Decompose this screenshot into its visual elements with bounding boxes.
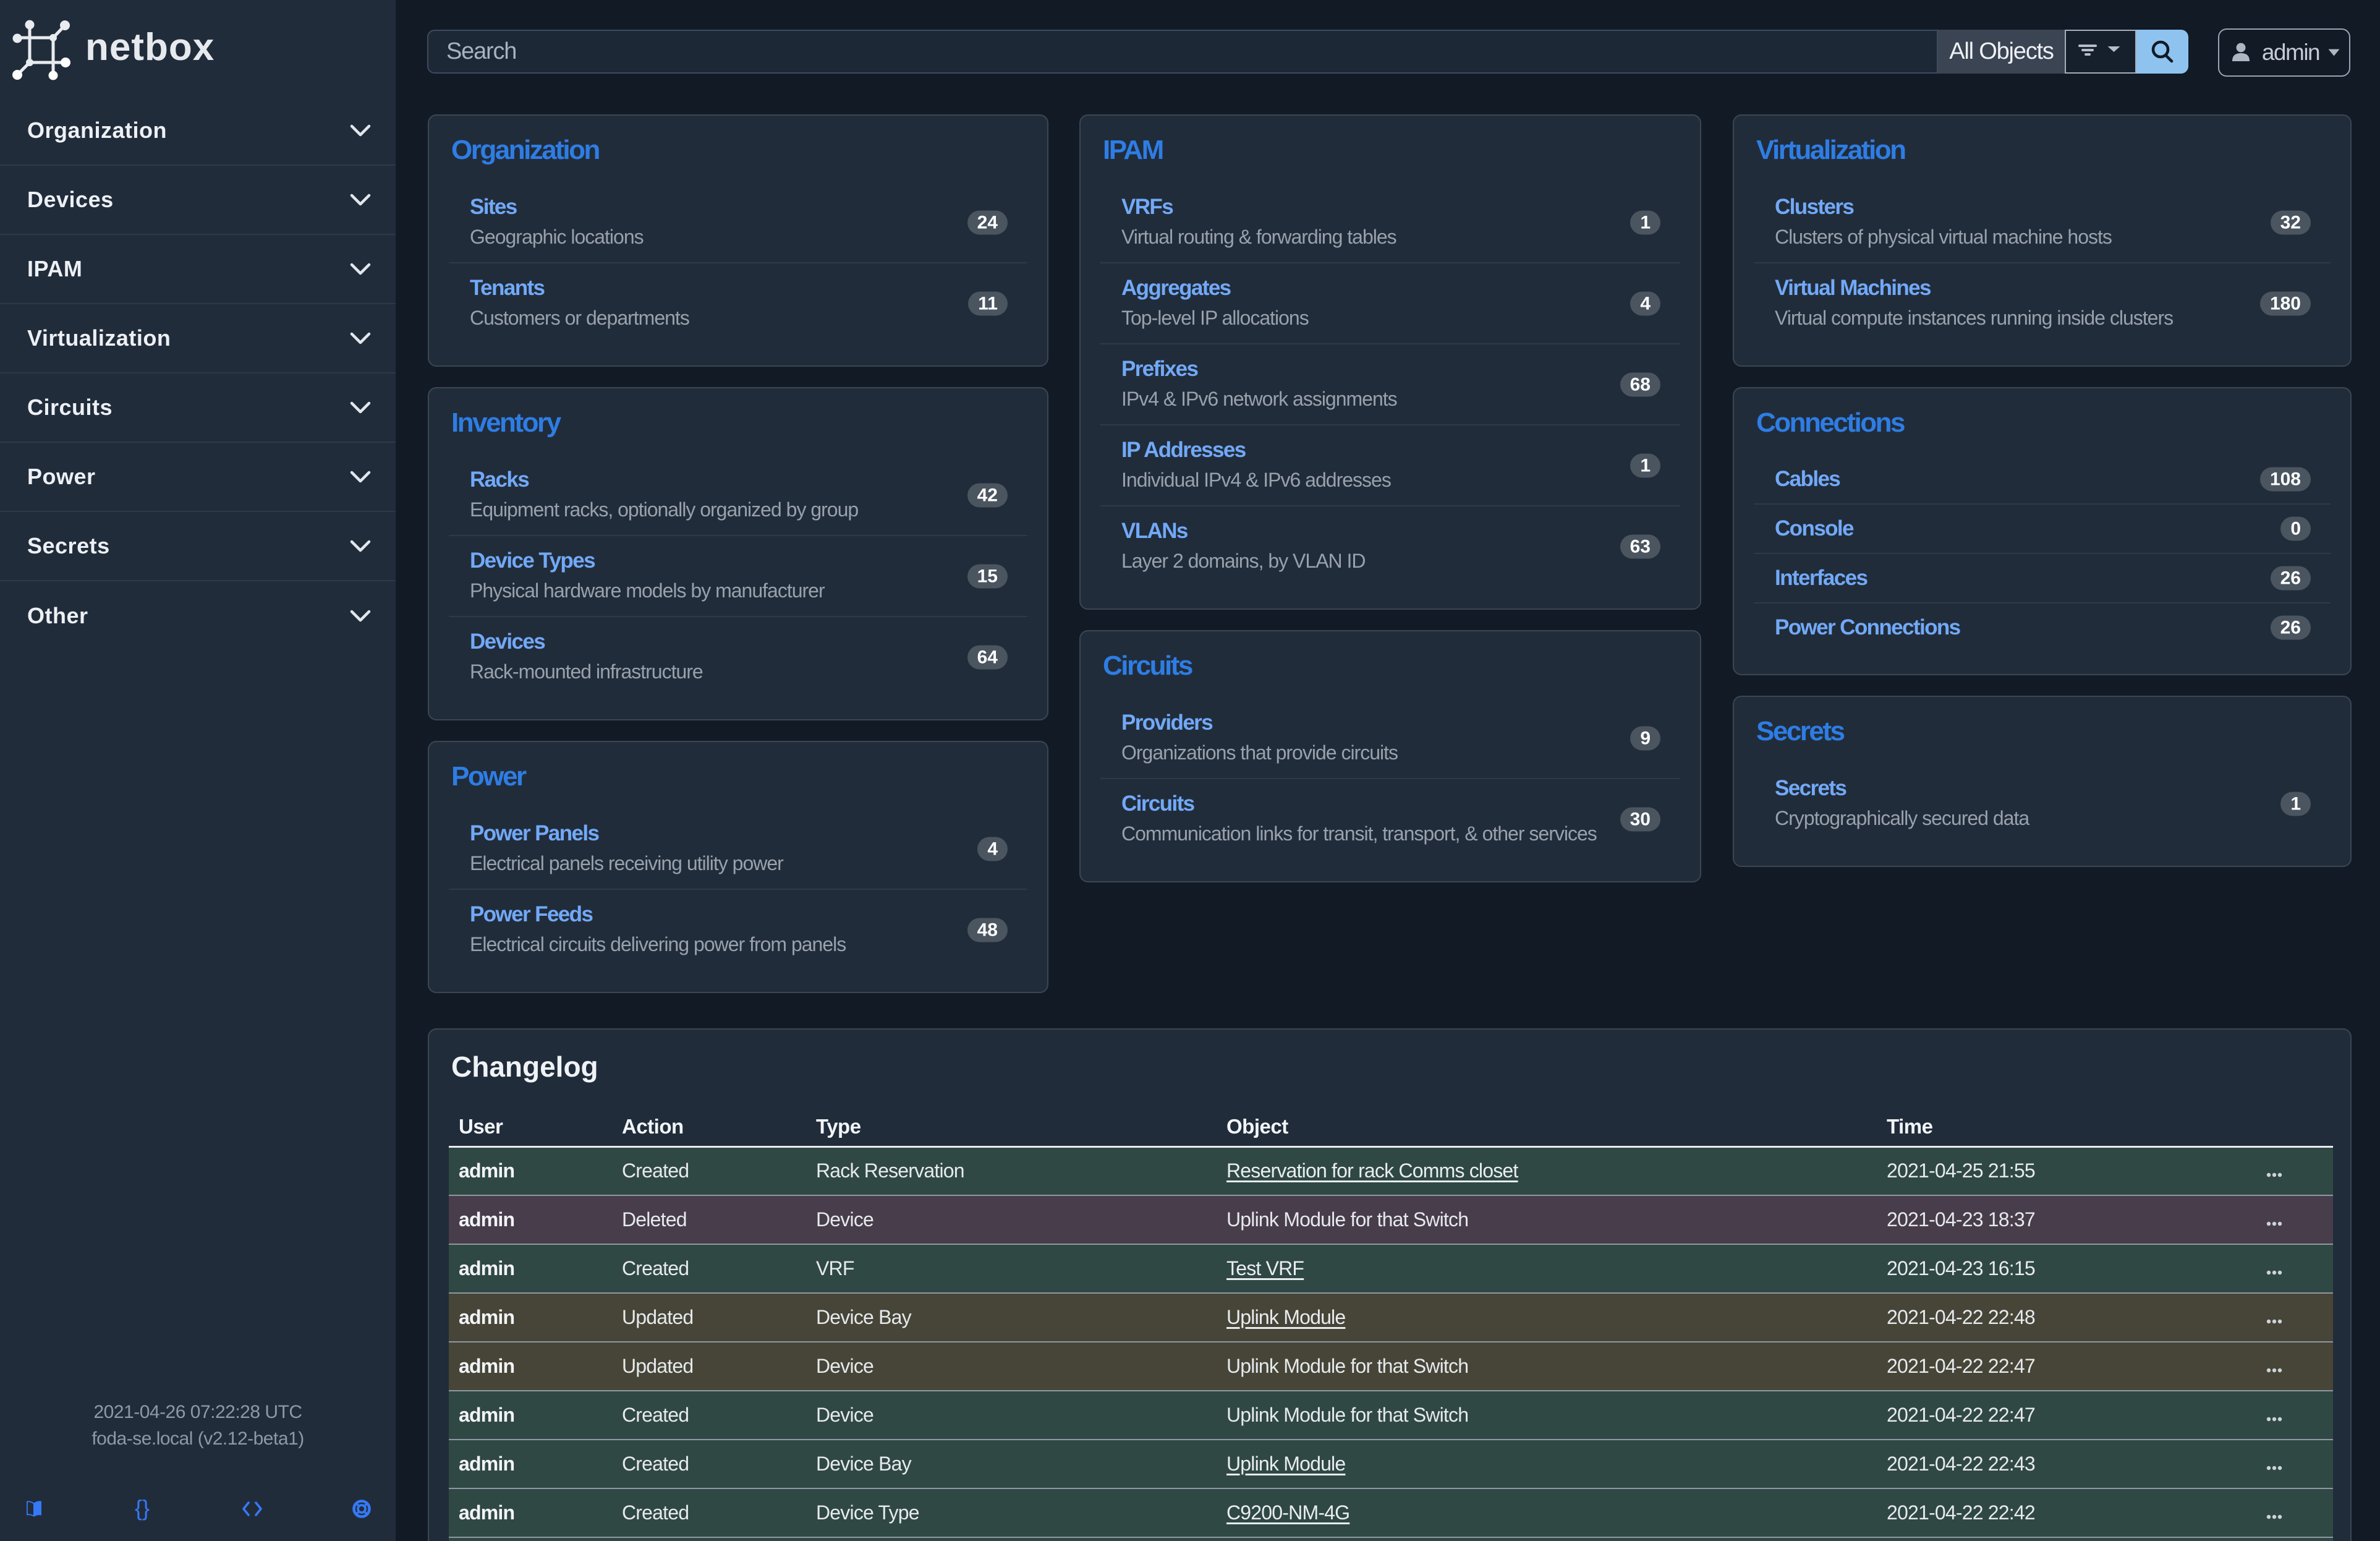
svg-text:{}: {} [135,1496,150,1521]
svg-text:netbox: netbox [85,26,215,69]
